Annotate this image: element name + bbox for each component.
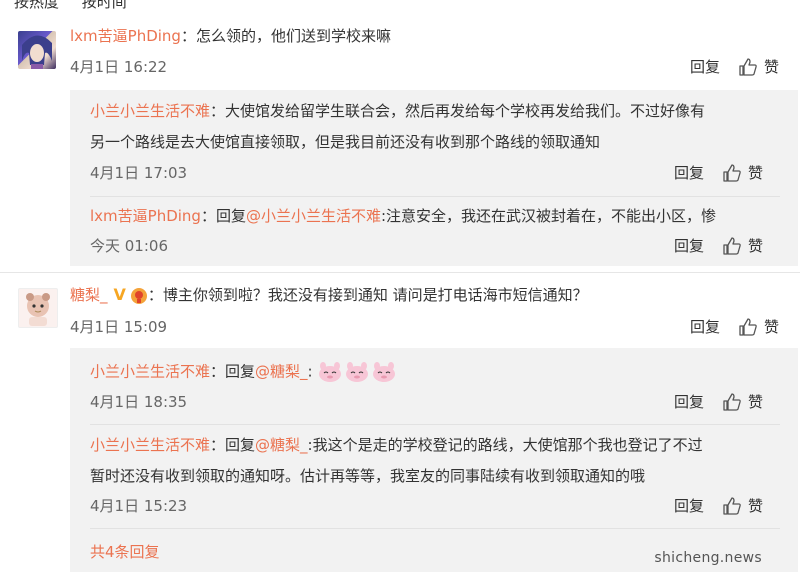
comment-username[interactable]: 糖梨_	[70, 286, 108, 304]
reply-timestamp: 4月1日 15:23	[90, 497, 188, 515]
thumbs-up-icon[interactable]	[738, 57, 758, 77]
reply-timestamp: 4月1日 18:35	[90, 393, 188, 411]
reply-text-continued: 暂时还没有收到领取的通知呀。估计再等等，我室友的同事陆续有收到领取通知的哦	[90, 467, 646, 485]
like-button[interactable]: 赞	[764, 316, 779, 337]
mention-link[interactable]: @糖梨_	[255, 436, 308, 454]
reply-row: 小兰小兰生活不难：回复@糖梨_:	[90, 360, 398, 384]
thumbs-up-icon[interactable]	[722, 236, 742, 256]
pink-pig-emoji-icon	[371, 360, 397, 384]
reply-username[interactable]: 小兰小兰生活不难	[90, 436, 210, 454]
comment-actions: 回复 赞	[690, 316, 779, 337]
reply-button[interactable]: 回复	[674, 391, 704, 412]
reply-text: :我这个是走的学校登记的路线，大使馆那个我也登记了不过	[307, 436, 703, 454]
more-replies-link[interactable]: 共4条回复	[90, 541, 160, 562]
watermark: shicheng.news	[654, 550, 762, 566]
comment-text: ：博主你领到啦？我还没有接到通知 请问是打电话海市短信通知？	[147, 286, 588, 304]
reply-actions: 回复 赞	[674, 162, 763, 183]
like-button[interactable]: 赞	[748, 495, 763, 516]
thumbs-up-icon[interactable]	[738, 317, 758, 337]
thumbs-up-icon[interactable]	[722, 163, 742, 183]
comment-timestamp: 4月1日 16:22	[70, 58, 168, 76]
reply-button[interactable]: 回复	[690, 56, 720, 77]
reply-prefix: ：回复	[210, 362, 256, 381]
reply-actions: 回复 赞	[674, 235, 763, 256]
reply-divider	[90, 424, 780, 425]
reply-button[interactable]: 回复	[674, 162, 704, 183]
reply-row: 小兰小兰生活不难：大使馆发给留学生联合会，然后再发给每个学校再发给我们。不过好像…	[90, 100, 705, 122]
thumbs-up-icon[interactable]	[722, 392, 742, 412]
like-button[interactable]: 赞	[748, 235, 763, 256]
reply-button[interactable]: 回复	[674, 235, 704, 256]
mention-link[interactable]: @小兰小兰生活不难	[246, 207, 381, 225]
reply-actions: 回复 赞	[674, 495, 763, 516]
reply-text-continued: 另一个路线是去大使馆直接领取，但是我目前还没有收到那个路线的领取通知	[90, 133, 601, 151]
like-button[interactable]: 赞	[748, 162, 763, 183]
badge-icon	[130, 287, 148, 305]
tab-hot[interactable]: 按热度	[14, 0, 59, 11]
avatar[interactable]	[18, 31, 56, 69]
reply-text: :注意安全，我还在武汉被封着在，不能出小区，惨	[381, 207, 717, 225]
comment-timestamp: 4月1日 15:09	[70, 318, 168, 336]
comment-row: lxm苦逼PhDing：怎么领的，他们送到学校来嘛	[70, 25, 391, 47]
reply-row: lxm苦逼PhDing：回复@小兰小兰生活不难:注意安全，我还在武汉被封着在，不…	[90, 205, 716, 227]
comment-row: 糖梨_ V ：博主你领到啦？我还没有接到通知 请问是打电话海市短信通知？	[70, 284, 588, 306]
comment-actions: 回复 赞	[690, 56, 779, 77]
reply-username[interactable]: 小兰小兰生活不难	[90, 363, 210, 381]
reply-actions: 回复 赞	[674, 391, 763, 412]
pink-pig-emoji-icon	[317, 360, 343, 384]
pink-pig-emoji-icon	[344, 360, 370, 384]
reply-username[interactable]: 小兰小兰生活不难	[90, 102, 210, 120]
reply-button[interactable]: 回复	[674, 495, 704, 516]
reply-text: ：大使馆发给留学生联合会，然后再发给每个学校再发给我们。不过好像有	[210, 102, 706, 120]
reply-text: :	[307, 362, 313, 381]
reply-username[interactable]: lxm苦逼PhDing	[90, 207, 201, 225]
reply-divider	[90, 528, 780, 529]
comment-username[interactable]: lxm苦逼PhDing	[70, 27, 181, 45]
tab-time[interactable]: 按时间	[82, 0, 127, 11]
like-button[interactable]: 赞	[748, 391, 763, 412]
thumbs-up-icon[interactable]	[722, 496, 742, 516]
reply-button[interactable]: 回复	[690, 316, 720, 337]
comment-divider	[0, 272, 800, 273]
like-button[interactable]: 赞	[764, 56, 779, 77]
reply-timestamp: 今天 01:06	[90, 237, 168, 255]
sort-tabs: 按热度 按时间	[14, 0, 145, 12]
comment-text: ：怎么领的，他们送到学校来嘛	[180, 27, 391, 45]
reply-prefix: ：回复	[200, 207, 246, 225]
mention-link[interactable]: @糖梨_	[255, 363, 308, 381]
reply-row: 小兰小兰生活不难：回复@糖梨_:我这个是走的学校登记的路线，大使馆那个我也登记了…	[90, 434, 703, 456]
vip-icon: V	[113, 285, 126, 304]
reply-timestamp: 4月1日 17:03	[90, 164, 188, 182]
reply-divider	[90, 196, 780, 197]
avatar[interactable]	[18, 288, 58, 328]
reply-prefix: ：回复	[210, 436, 256, 454]
